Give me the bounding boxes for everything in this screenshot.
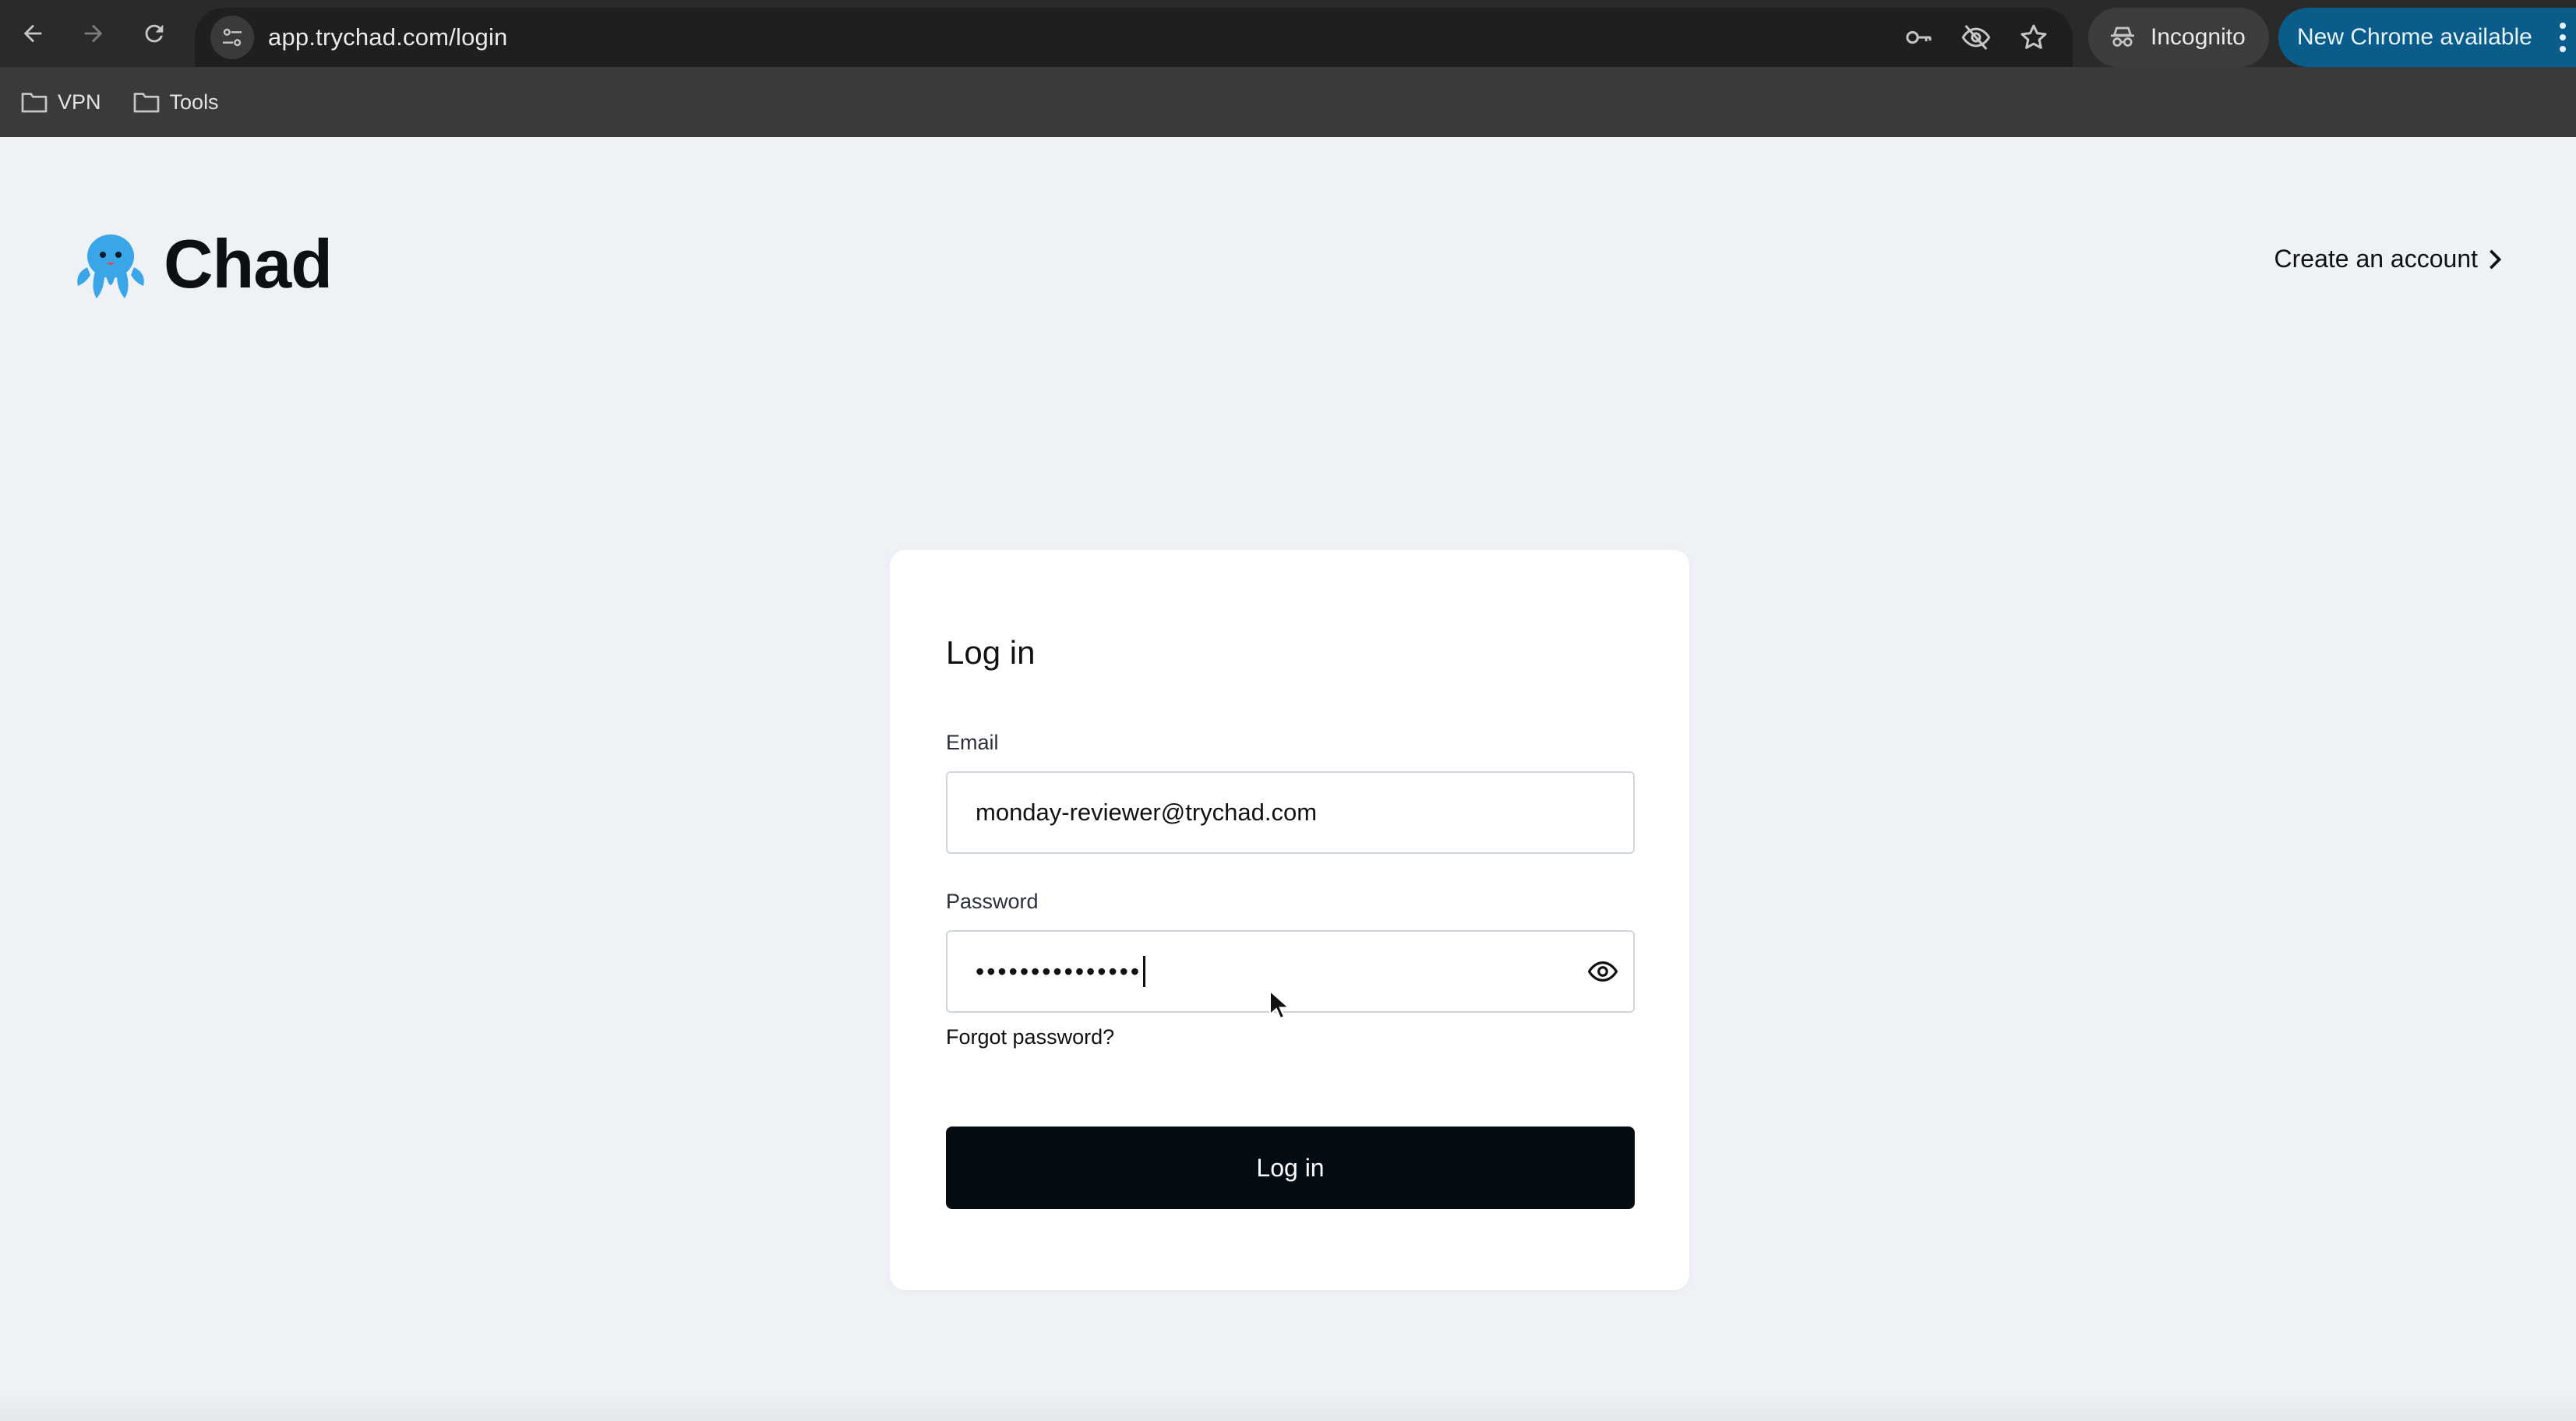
login-title: Log in [946, 634, 1036, 671]
email-label: Email [946, 731, 999, 754]
bookmark-folder-tools[interactable]: Tools [123, 79, 228, 125]
text-caret [1143, 956, 1146, 987]
create-account-link[interactable]: Create an account [2274, 245, 2505, 273]
bookmarks-bar: VPN Tools [0, 67, 2576, 137]
password-label: Password [946, 890, 1039, 913]
forgot-password-link[interactable]: Forgot password? [946, 1025, 1114, 1049]
reload-icon [145, 24, 164, 43]
key-icon[interactable] [1903, 22, 1934, 53]
bottom-shade [0, 1390, 2576, 1421]
chad-logo[interactable]: Chad [72, 224, 333, 304]
back-button[interactable] [11, 12, 55, 55]
login-page: Chad Create an account Log in Email mond… [0, 137, 2576, 1421]
new-chrome-available-button[interactable]: New Chrome available [2278, 8, 2576, 67]
site-settings-icon [223, 28, 242, 47]
url-text[interactable]: app.trychad.com/login [268, 23, 507, 51]
show-password-icon[interactable] [1586, 955, 1619, 988]
incognito-label: Incognito [2151, 24, 2246, 50]
mouse-cursor-icon [1269, 989, 1289, 1020]
password-value: ••••••••••••••• [976, 957, 1142, 986]
address-bar-actions [1903, 8, 2049, 67]
chevron-right-icon [2490, 249, 2502, 269]
bookmark-label: VPN [58, 90, 101, 114]
octopus-logo-icon [77, 234, 144, 298]
more-icon[interactable] [2559, 22, 2567, 53]
email-value: monday-reviewer@trychad.com [976, 799, 1318, 826]
reload-button[interactable] [132, 12, 176, 55]
back-icon [23, 24, 42, 43]
forward-icon [84, 24, 103, 43]
site-settings-button[interactable] [210, 16, 254, 59]
bookmark-label: Tools [169, 90, 219, 114]
create-account-label: Create an account [2274, 245, 2479, 273]
star-icon[interactable] [2018, 22, 2049, 53]
eye-off-icon[interactable] [1960, 22, 1992, 53]
incognito-chip[interactable]: Incognito [2088, 8, 2269, 67]
folder-icon [133, 93, 159, 113]
password-field[interactable]: ••••••••••••••• [946, 930, 1635, 1013]
folder-icon [21, 93, 48, 113]
login-button[interactable]: Log in [946, 1127, 1635, 1209]
forward-button[interactable] [72, 12, 115, 55]
bookmark-folder-vpn[interactable]: VPN [11, 79, 111, 125]
address-bar[interactable]: app.trychad.com/login [195, 8, 2073, 67]
incognito-icon [2111, 26, 2134, 47]
login-card: Log in Email monday-reviewer@trychad.com… [890, 550, 1689, 1290]
email-field[interactable]: monday-reviewer@trychad.com [946, 771, 1635, 854]
brand-name: Chad [164, 225, 333, 302]
update-label: New Chrome available [2297, 24, 2532, 50]
